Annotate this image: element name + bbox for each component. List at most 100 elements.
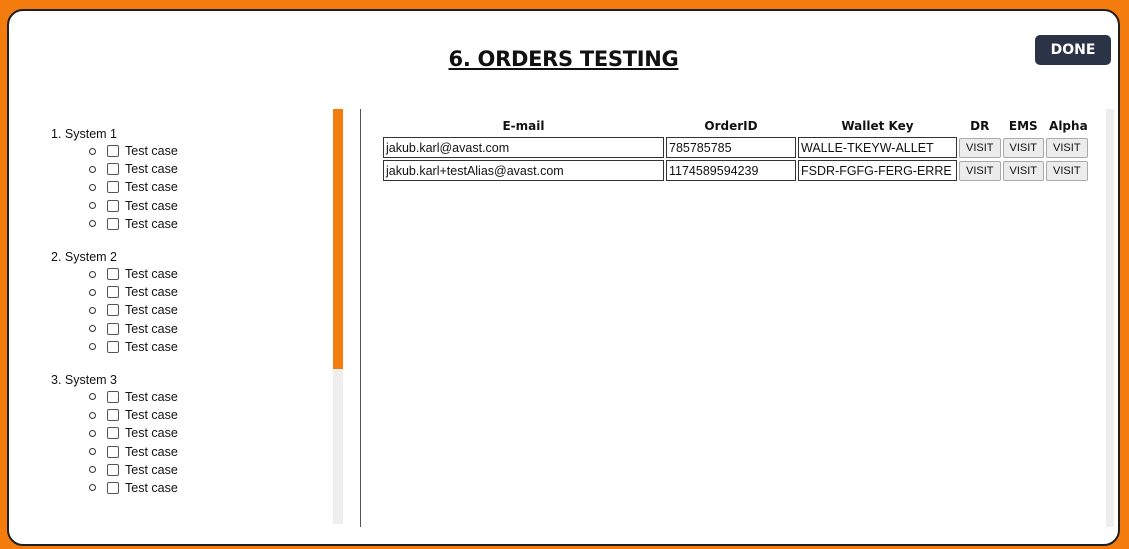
test-case-checkbox[interactable] [107, 340, 119, 353]
table-header-row: E-mail OrderID Wallet Key DR EMS Alpha [383, 117, 1091, 135]
email-cell: jakub.karl+testAlias@avast.com [383, 160, 664, 181]
test-case-label: Test case [125, 180, 178, 195]
system-group: 3. System 3 Test case Test case Test cas… [29, 373, 344, 497]
ems-visit-button[interactable]: VISIT [1002, 160, 1045, 181]
test-case-checkbox[interactable] [107, 199, 119, 212]
test-case-item: Test case [89, 215, 344, 233]
left-scrollbar-thumb[interactable] [333, 109, 343, 369]
test-case-item: Test case [89, 142, 344, 160]
wallet-key-cell: FSDR-FGFG-FERG-ERRE [798, 160, 957, 181]
test-case-checkbox[interactable] [107, 445, 119, 458]
ems-cell: VISIT [1002, 160, 1045, 181]
bullet-icon [89, 220, 96, 228]
bullet-icon [89, 306, 96, 314]
test-case-item: Test case [89, 406, 344, 424]
test-case-checkbox[interactable] [107, 304, 119, 317]
column-header-alpha: Alpha [1049, 119, 1088, 133]
alpha-visit-button[interactable]: VISIT [1046, 137, 1088, 158]
test-case-item: Test case [89, 461, 344, 479]
test-case-item: Test case [89, 320, 344, 338]
test-case-checkbox[interactable] [107, 481, 119, 494]
test-case-checkbox[interactable] [107, 286, 119, 299]
dr-cell: VISIT [959, 137, 1001, 158]
bullet-icon [89, 466, 96, 474]
table-row: jakub.karl@avast.com 785785785 WALLE-TKE… [383, 137, 1091, 158]
test-case-label: Test case [125, 303, 178, 318]
dr-cell: VISIT [959, 160, 1001, 181]
done-button[interactable]: DONE [1035, 35, 1111, 65]
left-scrollbar[interactable] [333, 109, 343, 524]
test-case-item: Test case [89, 338, 344, 356]
column-header-email: E-mail [502, 119, 545, 133]
orders-testing-panel: 6. ORDERS TESTING DONE 1. System 1 Test … [7, 9, 1120, 546]
bullet-icon [89, 484, 96, 492]
test-case-label: Test case [125, 162, 178, 177]
systems-list: 1. System 1 Test case Test case Test cas… [29, 109, 344, 524]
bullet-icon [89, 165, 96, 173]
table-row: jakub.karl+testAlias@avast.com 117458959… [383, 160, 1091, 181]
ems-visit-button[interactable]: VISIT [1002, 137, 1045, 158]
bullet-icon [89, 183, 96, 191]
orders-table: E-mail OrderID Wallet Key DR EMS Alpha j… [381, 115, 1093, 183]
test-case-label: Test case [125, 216, 178, 231]
bullet-icon [89, 393, 96, 401]
test-case-label: Test case [125, 389, 178, 404]
test-case-item: Test case [89, 301, 344, 319]
column-header-dr: DR [970, 119, 990, 133]
system-title: 3. System 3 [51, 372, 117, 387]
test-case-item: Test case [89, 424, 344, 442]
test-case-label: Test case [125, 144, 178, 159]
system-title: 1. System 1 [51, 127, 117, 141]
page-title: 6. ORDERS TESTING [448, 47, 679, 71]
bullet-icon [89, 411, 96, 419]
email-cell: jakub.karl@avast.com [383, 137, 664, 158]
system-group: 1. System 1 Test case Test case Test cas… [29, 127, 344, 233]
column-header-order-id: OrderID [704, 119, 758, 133]
column-header-wallet-key: Wallet Key [841, 119, 914, 133]
test-case-checkbox[interactable] [107, 322, 119, 335]
orders-table-container: E-mail OrderID Wallet Key DR EMS Alpha j… [381, 115, 1104, 183]
test-case-item: Test case [89, 479, 344, 497]
test-case-checkbox[interactable] [107, 217, 119, 230]
bullet-icon [89, 448, 96, 456]
bullet-icon [89, 325, 96, 333]
bullet-icon [89, 202, 96, 210]
test-case-item: Test case [89, 265, 344, 283]
test-case-item: Test case [89, 178, 344, 196]
wallet-key-cell: WALLE-TKEYW-ALLET [798, 137, 957, 158]
bullet-icon [89, 270, 96, 278]
test-case-item: Test case [89, 388, 344, 406]
column-header-ems: EMS [1008, 119, 1038, 133]
bullet-icon [89, 429, 96, 437]
test-case-checkbox[interactable] [107, 268, 119, 281]
test-case-checkbox[interactable] [107, 409, 119, 422]
test-case-checkbox[interactable] [107, 463, 119, 476]
order-id-cell: 785785785 [666, 137, 796, 158]
alpha-cell: VISIT [1046, 160, 1091, 181]
test-case-item: Test case [89, 442, 344, 460]
test-case-label: Test case [125, 426, 178, 441]
test-case-label: Test case [125, 408, 178, 423]
test-case-label: Test case [125, 339, 178, 354]
alpha-cell: VISIT [1046, 137, 1091, 158]
test-case-checkbox[interactable] [107, 145, 119, 158]
order-id-cell: 1174589594239 [666, 160, 796, 181]
test-case-label: Test case [125, 267, 178, 282]
test-case-label: Test case [125, 480, 178, 495]
test-case-label: Test case [125, 321, 178, 336]
right-scrollbar[interactable] [1106, 109, 1114, 527]
dr-visit-button[interactable]: VISIT [959, 137, 1001, 158]
alpha-visit-button[interactable]: VISIT [1046, 160, 1088, 181]
test-case-checkbox[interactable] [107, 181, 119, 194]
panel-divider [360, 109, 361, 527]
dr-visit-button[interactable]: VISIT [959, 160, 1001, 181]
test-case-checkbox[interactable] [107, 163, 119, 176]
test-case-label: Test case [125, 198, 178, 213]
bullet-icon [89, 343, 96, 351]
system-title: 2. System 2 [51, 249, 117, 264]
test-case-checkbox[interactable] [107, 390, 119, 403]
bullet-icon [89, 288, 96, 296]
ems-cell: VISIT [1002, 137, 1045, 158]
test-case-item: Test case [89, 160, 344, 178]
test-case-checkbox[interactable] [107, 427, 119, 440]
